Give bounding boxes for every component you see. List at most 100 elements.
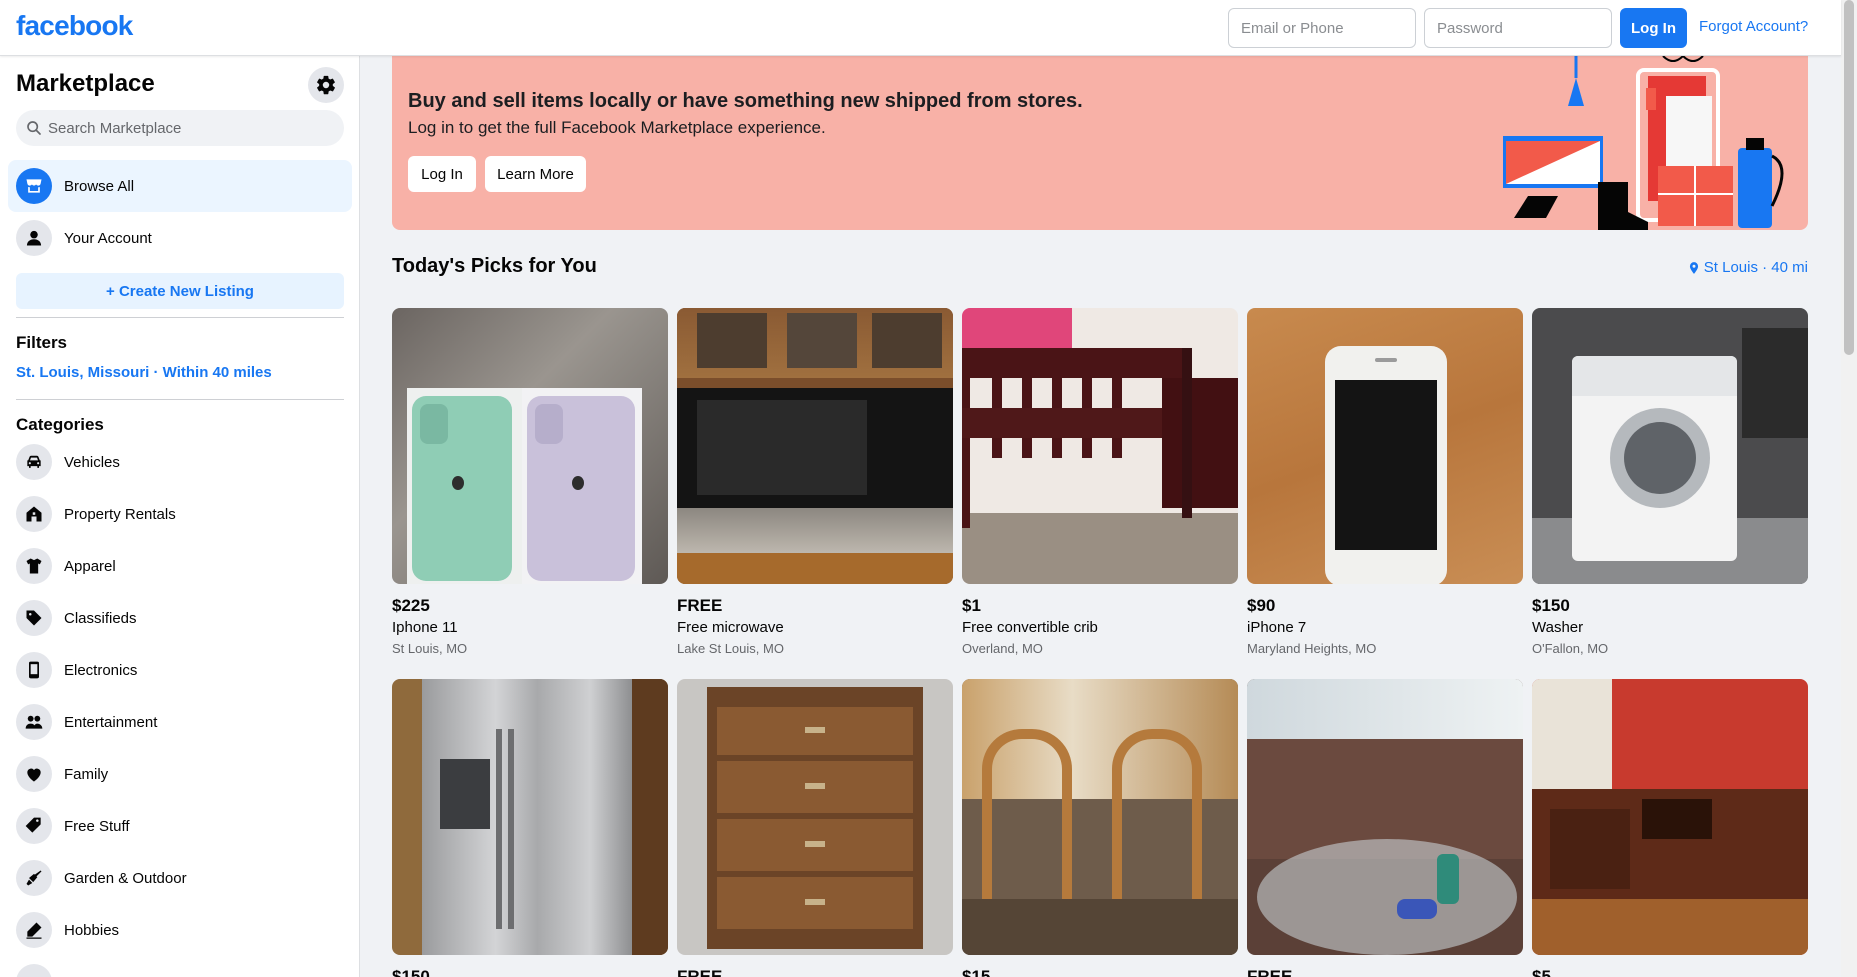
nav-label: Browse All xyxy=(64,177,135,195)
main-content: Buy and sell items locally or have somet… xyxy=(361,56,1841,977)
category-classifieds[interactable]: Classifieds xyxy=(8,592,352,644)
location-pin-icon xyxy=(1689,261,1698,274)
nav-your-account[interactable]: Your Account xyxy=(8,212,352,264)
listing-photo[interactable] xyxy=(962,679,1238,955)
category-vehicles[interactable]: Vehicles xyxy=(8,436,352,488)
price-tag-icon xyxy=(16,808,52,844)
nav-label: Your Account xyxy=(64,229,152,247)
listing-photo[interactable] xyxy=(677,679,953,955)
category-property-rentals[interactable]: Property Rentals xyxy=(8,488,352,540)
filters-title: Filters xyxy=(16,333,68,352)
category-free-stuff[interactable]: Free Stuff xyxy=(8,800,352,852)
password-field[interactable] xyxy=(1424,8,1612,48)
picks-location-link[interactable]: St Louis · 40 mi xyxy=(1687,259,1808,276)
listing-location: Lake St Louis, MO xyxy=(677,641,784,656)
category-garden-outdoor[interactable]: Garden & Outdoor xyxy=(8,852,352,904)
listing-photo[interactable] xyxy=(1247,308,1523,584)
person-icon xyxy=(16,220,52,256)
nav-browse-all[interactable]: Browse All xyxy=(8,160,352,212)
listing-card[interactable]: $225 Iphone 11 St Louis, MO xyxy=(392,308,668,656)
banner-subline: Log in to get the full Facebook Marketpl… xyxy=(408,118,826,137)
listing-price: $1 xyxy=(962,596,981,615)
listing-card[interactable]: FREE Free microwave Lake St Louis, MO xyxy=(677,308,953,656)
shovel-icon xyxy=(16,860,52,896)
tag-icon xyxy=(16,600,52,636)
search-input[interactable] xyxy=(48,119,318,137)
listing-title: iPhone 7 xyxy=(1247,619,1307,636)
forgot-account-link[interactable]: Forgot Account? xyxy=(1699,18,1808,35)
page-scrollbar[interactable] xyxy=(1841,0,1857,977)
category-apparel[interactable]: Apparel xyxy=(8,540,352,592)
listing-location: Overland, MO xyxy=(962,641,1043,656)
listing-price: $150 xyxy=(1532,596,1570,615)
banner-login-button[interactable]: Log In xyxy=(408,156,476,192)
listing-photo[interactable] xyxy=(392,308,668,584)
banner-headline: Buy and sell items locally or have somet… xyxy=(408,90,1083,112)
phone-icon xyxy=(16,652,52,688)
listing-photo[interactable] xyxy=(1532,679,1808,955)
listing-card[interactable]: $150 xyxy=(392,679,668,977)
category-hobbies[interactable]: Hobbies xyxy=(8,904,352,956)
listing-photo[interactable] xyxy=(677,308,953,584)
listing-price: $5 xyxy=(1532,967,1551,977)
listing-card[interactable]: FREE xyxy=(1247,679,1523,977)
search-icon xyxy=(27,121,41,135)
divider xyxy=(16,399,344,400)
car-icon xyxy=(16,444,52,480)
divider xyxy=(16,317,344,318)
listing-photo[interactable] xyxy=(1247,679,1523,955)
storefront-icon xyxy=(16,168,52,204)
category-label: Vehicles xyxy=(64,453,120,471)
login-button[interactable]: Log In xyxy=(1620,8,1687,48)
listing-card[interactable]: $90 iPhone 7 Maryland Heights, MO xyxy=(1247,308,1523,656)
listing-photo[interactable] xyxy=(962,308,1238,584)
category-family[interactable]: Family xyxy=(8,748,352,800)
listing-title: Iphone 11 xyxy=(392,619,458,636)
listing-photo[interactable] xyxy=(392,679,668,955)
listing-title: Free convertible crib xyxy=(962,619,1098,636)
listing-price: FREE xyxy=(677,967,723,977)
picks-title: Today's Picks for You xyxy=(392,255,597,277)
facebook-logo[interactable]: facebook xyxy=(16,10,133,42)
listing-price: FREE xyxy=(1247,967,1293,977)
top-bar: facebook Log In Forgot Account? xyxy=(0,0,1841,56)
listing-price: $150 xyxy=(392,967,430,977)
listing-location: O'Fallon, MO xyxy=(1532,641,1609,656)
listing-card[interactable]: FREE xyxy=(677,679,953,977)
login-promo-banner: Buy and sell items locally or have somet… xyxy=(392,56,1808,230)
shirt-icon xyxy=(16,548,52,584)
category-electronics[interactable]: Electronics xyxy=(8,644,352,696)
listing-photo[interactable] xyxy=(1532,308,1808,584)
people-icon xyxy=(16,704,52,740)
listing-card[interactable]: $150 Washer O'Fallon, MO xyxy=(1532,308,1808,656)
listing-price: $15 xyxy=(962,967,991,977)
category-label: Electronics xyxy=(64,661,138,679)
location-filter-link[interactable]: St. Louis, Missouri · Within 40 miles xyxy=(16,364,272,381)
listing-price: FREE xyxy=(677,596,723,615)
learn-more-button[interactable]: Learn More xyxy=(485,156,586,192)
listing-card[interactable]: $5 xyxy=(1532,679,1808,977)
listing-card[interactable]: $1 Free convertible crib Overland, MO xyxy=(962,308,1238,656)
category-entertainment[interactable]: Entertainment xyxy=(8,696,352,748)
listing-price: $90 xyxy=(1247,596,1276,615)
email-field[interactable] xyxy=(1228,8,1416,48)
category-label: Classifieds xyxy=(64,609,137,627)
category-label: Apparel xyxy=(64,557,116,575)
category-more[interactable] xyxy=(8,956,352,977)
category-label: Free Stuff xyxy=(64,817,130,835)
listing-title: Washer xyxy=(1532,619,1584,636)
heart-icon xyxy=(16,756,52,792)
category-label: Entertainment xyxy=(64,713,158,731)
sidebar: Marketplace Browse All Your Account + Cr… xyxy=(0,56,360,977)
category-label: Hobbies xyxy=(64,921,120,939)
marketplace-search[interactable] xyxy=(16,110,344,146)
scrollbar-thumb[interactable] xyxy=(1844,0,1854,355)
listing-price: $225 xyxy=(392,596,430,615)
listing-card[interactable]: $15 xyxy=(962,679,1238,977)
settings-button[interactable] xyxy=(308,67,344,103)
create-listing-button[interactable]: + Create New Listing xyxy=(16,273,344,309)
picks-location-text: St Louis · 40 mi xyxy=(1703,259,1808,276)
listing-location: St Louis, MO xyxy=(392,641,468,656)
category-label: Family xyxy=(64,765,109,783)
marketplace-illustration xyxy=(1503,56,1784,230)
